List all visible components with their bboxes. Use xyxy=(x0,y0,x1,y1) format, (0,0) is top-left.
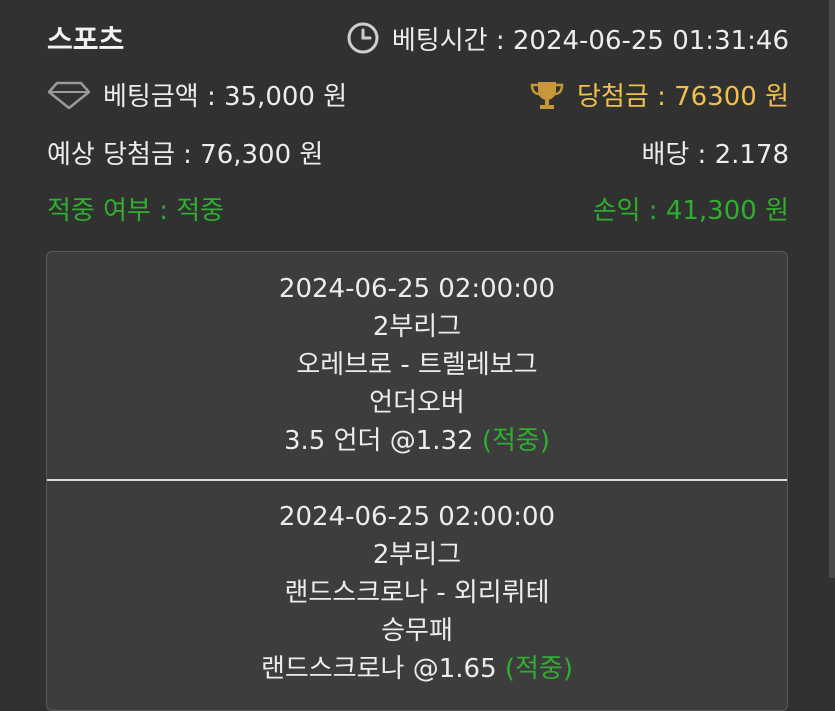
bet-time: 베팅시간 : 2024-06-25 01:31:46 xyxy=(391,25,789,56)
bet-pick-line: 3.5 언더 @1.32 (적중) xyxy=(47,422,787,460)
bet-item-2: 2024-06-25 02:00:00 2부리그 랜드스크로나 - 외리뤼테 승… xyxy=(47,498,787,688)
odds: 배당 : 2.178 xyxy=(641,140,789,170)
bet-market: 언더오버 xyxy=(369,388,465,418)
clock-icon xyxy=(346,21,380,55)
bet-amount: 베팅금액 : 35,000 원 xyxy=(103,82,348,112)
bet-result: (적중) xyxy=(481,426,550,456)
profit: 손익 : 41,300 원 xyxy=(592,196,789,226)
header-row-4: 적중 여부 : 적중 손익 : 41,300 원 xyxy=(47,190,789,227)
hit-status: 적중 여부 : 적중 xyxy=(47,196,225,226)
bet-league: 2부리그 xyxy=(372,312,462,342)
diamond-icon xyxy=(47,80,91,110)
bet-match: 랜드스크로나 - 외리뤼테 xyxy=(284,578,550,608)
header-row-2: 베팅금액 : 35,000 원 당첨금 : 76300 원 xyxy=(47,76,789,113)
bet-pick: 3.5 언더 @1.32 xyxy=(283,426,474,456)
bet-detail-card: 2024-06-25 02:00:00 2부리그 오레브로 - 트렐레보그 언더… xyxy=(46,251,788,711)
bet-pick: 랜드스크로나 @1.65 xyxy=(260,654,497,684)
bet-match: 오레브로 - 트렐레보그 xyxy=(296,350,538,380)
bet-divider xyxy=(47,479,787,481)
expected-win: 예상 당첨금 : 76,300 원 xyxy=(47,140,324,170)
page-title: 스포츠 xyxy=(47,23,125,56)
header-row-1: 스포츠 베팅시간 : 2024-06-25 01:31:46 xyxy=(47,18,789,58)
bet-item-1: 2024-06-25 02:00:00 2부리그 오레브로 - 트렐레보그 언더… xyxy=(47,270,787,460)
bet-datetime: 2024-06-25 02:00:00 xyxy=(278,274,556,304)
bet-result: (적중) xyxy=(504,654,574,684)
trophy-icon xyxy=(529,79,565,111)
scrollbar[interactable] xyxy=(829,0,835,578)
header-row-3: 예상 당첨금 : 76,300 원 배당 : 2.178 xyxy=(47,134,789,171)
bet-pick-line: 랜드스크로나 @1.65 (적중) xyxy=(47,650,787,688)
bet-market: 승무패 xyxy=(381,616,453,646)
bet-league: 2부리그 xyxy=(372,540,462,570)
win-amount: 당첨금 : 76300 원 xyxy=(577,82,789,112)
bet-datetime: 2024-06-25 02:00:00 xyxy=(278,502,556,532)
